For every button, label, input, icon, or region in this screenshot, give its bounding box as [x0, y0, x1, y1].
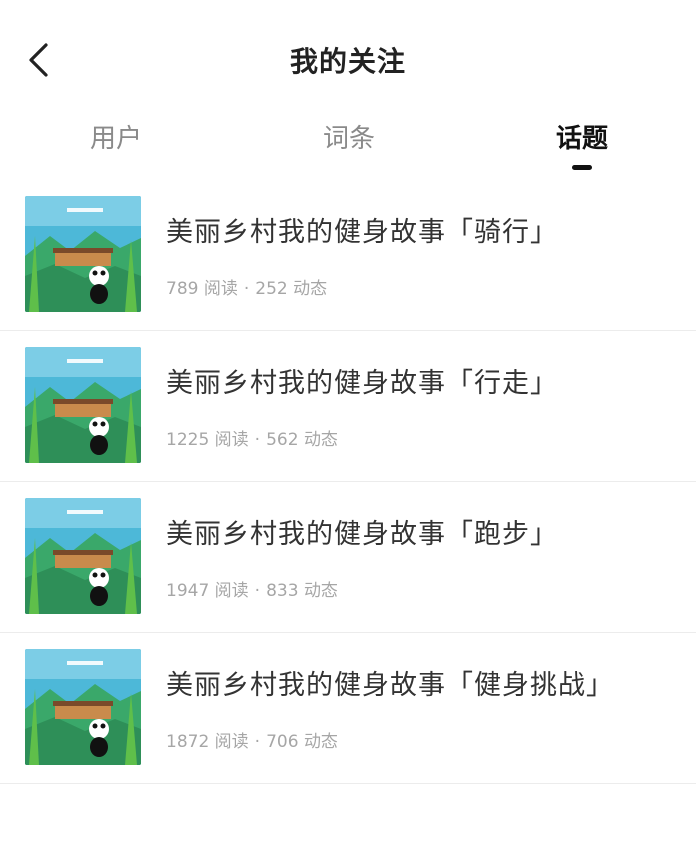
tab-label: 用户 — [90, 124, 143, 154]
topic-stats: 1947 阅读 · 833 动态 — [166, 576, 338, 601]
tab-label: 词条 — [323, 124, 376, 154]
topic-thumbnail — [25, 498, 141, 614]
topic-cover-art — [25, 196, 141, 312]
post-count: 706 — [266, 732, 299, 752]
read-unit: 阅读 — [203, 279, 238, 299]
topic-list: 美丽乡村我的健身故事「骑行」 789 阅读 · 252 动态 美丽乡村我的健身故事「… — [0, 180, 696, 784]
tab-entries[interactable]: 词条 — [323, 118, 375, 172]
tab-indicator — [106, 165, 126, 170]
topic-row[interactable]: 美丽乡村我的健身故事「骑行」 789 阅读 · 252 动态 — [0, 180, 696, 331]
tab-users[interactable]: 用户 — [90, 118, 142, 172]
read-count: 789 — [166, 279, 199, 299]
read-count: 1872 — [166, 732, 210, 752]
topic-stats: 789 阅读 · 252 动态 — [166, 274, 327, 299]
separator-dot: · — [243, 279, 250, 299]
topic-stats: 1225 阅读 · 562 动态 — [166, 425, 338, 450]
post-count: 252 — [255, 279, 288, 299]
post-unit: 动态 — [303, 430, 338, 450]
read-unit: 阅读 — [214, 581, 249, 601]
tab-indicator — [339, 165, 359, 170]
post-unit: 动态 — [303, 581, 338, 601]
topic-title: 美丽乡村我的健身故事「骑行」 — [166, 217, 558, 248]
tab-label: 话题 — [556, 124, 609, 154]
topic-cover-art — [25, 498, 141, 614]
read-unit: 阅读 — [214, 430, 249, 450]
topic-thumbnail — [25, 649, 141, 765]
topic-title: 美丽乡村我的健身故事「跑步」 — [166, 519, 558, 550]
topic-title: 美丽乡村我的健身故事「健身挑战」 — [166, 670, 614, 701]
topic-row[interactable]: 美丽乡村我的健身故事「健身挑战」 1872 阅读 · 706 动态 — [0, 633, 696, 784]
tab-bar: 用户 词条 话题 — [0, 118, 696, 178]
topic-row[interactable]: 美丽乡村我的健身故事「跑步」 1947 阅读 · 833 动态 — [0, 482, 696, 633]
tab-topics[interactable]: 话题 — [556, 118, 608, 172]
topic-cover-art — [25, 649, 141, 765]
topic-stats: 1872 阅读 · 706 动态 — [166, 727, 338, 752]
post-count: 833 — [266, 581, 299, 601]
page-title: 我的关注 — [289, 45, 406, 78]
topic-thumbnail — [25, 347, 141, 463]
read-count: 1225 — [166, 430, 210, 450]
read-unit: 阅读 — [214, 732, 249, 752]
post-unit: 动态 — [303, 732, 338, 752]
topic-row[interactable]: 美丽乡村我的健身故事「行走」 1225 阅读 · 562 动态 — [0, 331, 696, 482]
topic-title: 美丽乡村我的健身故事「行走」 — [166, 368, 558, 399]
topic-thumbnail — [25, 196, 141, 312]
separator-dot: · — [254, 430, 261, 450]
tab-active-indicator — [572, 165, 592, 170]
read-count: 1947 — [166, 581, 210, 601]
post-unit: 动态 — [293, 279, 328, 299]
post-count: 562 — [266, 430, 299, 450]
top-bar: 我的关注 — [0, 0, 696, 118]
separator-dot: · — [254, 581, 261, 601]
separator-dot: · — [254, 732, 261, 752]
topic-cover-art — [25, 347, 141, 463]
